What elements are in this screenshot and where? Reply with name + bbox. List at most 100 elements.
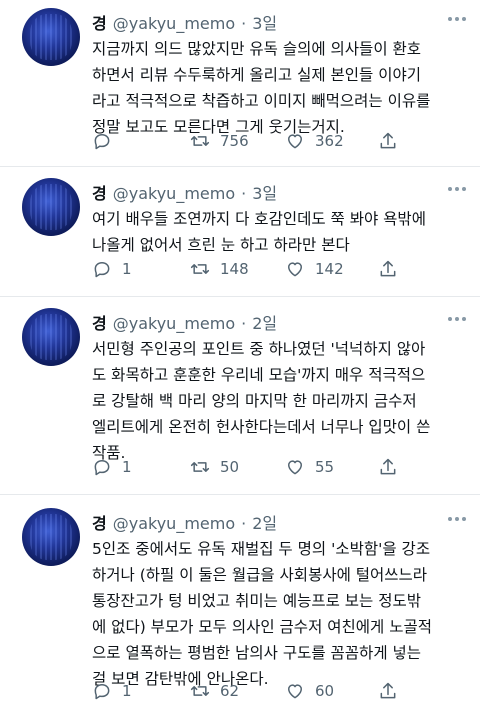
share-button[interactable] [378, 130, 398, 152]
like-button[interactable]: 362 [285, 130, 344, 152]
heart-icon [288, 460, 302, 475]
tweet-text-line: 로 강탈해 백 마리 양의 마지막 한 마리까지 금수저 [92, 392, 417, 410]
tweet-text-line: 으로 열폭하는 평범한 남의사 구도를 꼼꼼하게 넣는 [92, 644, 422, 662]
tweet-text: 5인조 중에서도 유독 재벌집 두 명의 '소박함'을 강조 하거나 (하필 이… [92, 536, 470, 692]
tweet-text: 여기 배우들 조연까지 다 호감인데도 쭉 봐야 욕밖에 나올게 없어서 흐린 … [92, 206, 470, 258]
handle[interactable]: @yakyu_memo [113, 184, 235, 203]
tweet-actions: 1 148 142 [92, 258, 452, 280]
tweet-text-line: 통장잔고가 텅 비었고 취미는 예능프로 보는 정도밖 [92, 592, 422, 610]
share-icon [380, 458, 396, 475]
avatar[interactable] [22, 308, 80, 366]
tweet-header: 경 @yakyu_memo · 2일 [92, 510, 277, 534]
tweet-divider [0, 166, 480, 167]
tweet-divider [0, 296, 480, 297]
heart-icon [288, 684, 302, 699]
more-options-icon[interactable] [448, 182, 466, 196]
separator: · [241, 14, 247, 33]
display-name[interactable]: 경 [92, 510, 107, 534]
tweet-text: 지금까지 의드 많았지만 유독 슬의에 의사들이 환호 하면서 리뷰 수두룩하게… [92, 36, 470, 140]
retweet-button[interactable]: 756 [190, 130, 249, 152]
reply-count: 1 [122, 682, 132, 700]
timestamp[interactable]: 2일 [252, 310, 277, 334]
reply-icon [94, 134, 110, 150]
tweet-text: 서민형 주인공의 포인트 중 하나였던 '넉넉하지 않아 도 화목하고 훈훈한 … [92, 336, 470, 466]
tweet-text-line: 도 화목하고 훈훈한 우리네 모습'까지 매우 적극적으 [92, 366, 426, 384]
reply-button[interactable]: 1 [92, 456, 132, 478]
more-options-icon[interactable] [448, 12, 466, 26]
handle[interactable]: @yakyu_memo [113, 514, 235, 533]
tweet-header: 경 @yakyu_memo · 3일 [92, 180, 277, 204]
retweet-count: 756 [220, 132, 249, 150]
tweet-text-line: 지금까지 의드 많았지만 유독 슬의에 의사들이 환호 [92, 40, 422, 58]
more-options-icon[interactable] [448, 312, 466, 326]
tweet-actions: 1 50 55 [92, 456, 452, 478]
tweet[interactable]: 경 @yakyu_memo · 3일 여기 배우들 조연까지 다 호감인데도 쭉… [0, 178, 480, 298]
tweet[interactable]: 경 @yakyu_memo · 2일 5인조 중에서도 유독 재벌집 두 명의 … [0, 508, 480, 704]
reply-button[interactable]: 1 [92, 258, 132, 280]
separator: · [241, 514, 247, 533]
share-button[interactable] [378, 258, 398, 280]
reply-icon [94, 684, 110, 700]
retweet-icon [190, 686, 210, 696]
share-icon [380, 682, 396, 699]
like-button[interactable]: 55 [285, 456, 334, 478]
heart-icon [288, 262, 302, 277]
share-icon [380, 260, 396, 277]
timestamp[interactable]: 3일 [252, 10, 277, 34]
tweet-text-line: 하거나 (하필 이 둘은 월급을 사회봉사에 털어쓰느라 [92, 566, 428, 584]
tweet-divider [0, 494, 480, 495]
retweet-icon [190, 462, 210, 472]
retweet-button[interactable]: 62 [190, 680, 239, 702]
tweet-text-line: 엘리트에게 온전히 헌사한다는데서 너무나 입맛이 쓴 [92, 418, 431, 436]
tweet-header: 경 @yakyu_memo · 3일 [92, 10, 277, 34]
tweet[interactable]: 경 @yakyu_memo · 3일 지금까지 의드 많았지만 유독 슬의에 의… [0, 8, 480, 158]
reply-icon [94, 460, 110, 476]
like-button[interactable]: 142 [285, 258, 344, 280]
share-button[interactable] [378, 456, 398, 478]
like-count: 362 [315, 132, 344, 150]
retweet-count: 50 [220, 458, 240, 476]
display-name[interactable]: 경 [92, 180, 107, 204]
tweet-text-line: 라고 적극적으로 착즙하고 이미지 빼먹으려는 이유를 [92, 92, 431, 110]
like-count: 60 [315, 682, 335, 700]
like-button[interactable]: 60 [285, 680, 334, 702]
timestamp[interactable]: 3일 [252, 180, 277, 204]
display-name[interactable]: 경 [92, 10, 107, 34]
share-button[interactable] [378, 680, 398, 702]
timestamp[interactable]: 2일 [252, 510, 277, 534]
heart-icon [288, 134, 302, 149]
tweet-text-line: 여기 배우들 조연까지 다 호감인데도 쭉 봐야 욕밖에 [92, 210, 426, 228]
avatar[interactable] [22, 8, 80, 66]
separator: · [241, 184, 247, 203]
tweet-feed: 경 @yakyu_memo · 3일 지금까지 의드 많았지만 유독 슬의에 의… [0, 0, 480, 708]
reply-icon [94, 262, 110, 278]
share-icon [380, 132, 396, 149]
tweet-text-line: 에 없다) 부모가 모두 의사인 금수저 여친에게 노골적 [92, 618, 432, 636]
handle[interactable]: @yakyu_memo [113, 314, 235, 333]
tweet[interactable]: 경 @yakyu_memo · 2일 서민형 주인공의 포인트 중 하나였던 '… [0, 308, 480, 478]
like-count: 142 [315, 260, 344, 278]
avatar[interactable] [22, 178, 80, 236]
reply-count: 1 [122, 260, 132, 278]
tweet-text-line: 서민형 주인공의 포인트 중 하나였던 '넉넉하지 않아 [92, 340, 426, 358]
display-name[interactable]: 경 [92, 310, 107, 334]
tweet-actions: 756 362 [92, 130, 452, 152]
separator: · [241, 314, 247, 333]
retweet-button[interactable]: 50 [190, 456, 239, 478]
retweet-count: 148 [220, 260, 249, 278]
retweet-button[interactable]: 148 [190, 258, 249, 280]
reply-count: 1 [122, 458, 132, 476]
tweet-text-line: 5인조 중에서도 유독 재벌집 두 명의 '소박함'을 강조 [92, 540, 431, 558]
retweet-icon [190, 264, 210, 274]
retweet-icon [190, 136, 210, 146]
reply-button[interactable]: 1 [92, 680, 132, 702]
more-options-icon[interactable] [448, 512, 466, 526]
like-count: 55 [315, 458, 335, 476]
handle[interactable]: @yakyu_memo [113, 14, 235, 33]
retweet-count: 62 [220, 682, 240, 700]
tweet-actions: 1 62 60 [92, 680, 452, 702]
tweet-text-line: 하면서 리뷰 수두룩하게 올리고 실제 본인들 이야기 [92, 66, 422, 84]
reply-button[interactable] [92, 130, 122, 152]
avatar[interactable] [22, 508, 80, 566]
tweet-text-line: 나올게 없어서 흐린 눈 하고 하라만 본다 [92, 236, 350, 254]
